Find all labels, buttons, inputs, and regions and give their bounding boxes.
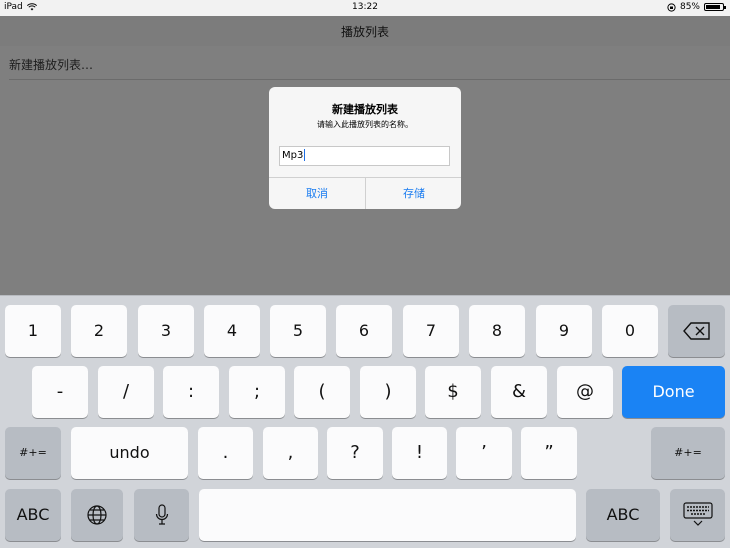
text-cursor	[304, 149, 306, 161]
key-slash[interactable]: /	[98, 366, 154, 418]
dictation-key[interactable]	[134, 489, 189, 541]
key-dollar[interactable]: $	[425, 366, 481, 418]
key-label: ’	[481, 442, 487, 463]
key-label: ;	[253, 381, 261, 402]
key-label: 6	[358, 321, 370, 340]
globe-icon	[87, 505, 107, 525]
status-right: 85%	[667, 2, 726, 12]
key-label: 4	[226, 321, 238, 340]
playlist-name-input[interactable]: Mp3	[279, 146, 450, 166]
key-semicolon[interactable]: ;	[229, 366, 285, 418]
key-label: @	[576, 381, 594, 402]
key-ampersand[interactable]: &	[491, 366, 547, 418]
key-label: ABC	[16, 505, 50, 524]
key-period[interactable]: .	[198, 427, 253, 479]
key-0[interactable]: 0	[602, 305, 658, 357]
space-key[interactable]	[199, 489, 576, 541]
key-6[interactable]: 6	[336, 305, 392, 357]
abc-key-left[interactable]: ABC	[5, 489, 61, 541]
key-4[interactable]: 4	[204, 305, 260, 357]
key-label: ABC	[606, 505, 640, 524]
backspace-icon	[682, 322, 710, 340]
key-label: -	[56, 381, 64, 402]
key-exclamation[interactable]: !	[392, 427, 447, 479]
hide-keyboard-key[interactable]	[670, 489, 725, 541]
status-bar: iPad 13:22 85%	[0, 0, 730, 16]
key-label: !	[415, 442, 424, 463]
cancel-button[interactable]: 取消	[269, 178, 365, 209]
key-label: 8	[491, 321, 503, 340]
key-label: .	[222, 442, 229, 463]
keyboard: 1 2 3 4 5 6 7 8 9 0 - / : ; ( ) $ & @ Do…	[0, 295, 730, 548]
key-apostrophe[interactable]: ’	[456, 427, 512, 479]
key-label: Done	[652, 382, 695, 401]
save-button[interactable]: 存储	[366, 178, 461, 209]
key-label: #+=	[674, 446, 702, 459]
key-label: 7	[425, 321, 437, 340]
globe-key[interactable]	[71, 489, 123, 541]
new-playlist-dialog: 新建播放列表 请输入此播放列表的名称。 Mp3 取消 存储	[269, 87, 461, 209]
key-label: (	[318, 381, 326, 402]
input-value: Mp3	[282, 150, 304, 161]
key-label: 9	[558, 321, 570, 340]
key-open-paren[interactable]: (	[294, 366, 350, 418]
key-hyphen[interactable]: -	[32, 366, 88, 418]
key-7[interactable]: 7	[403, 305, 459, 357]
status-time: 13:22	[352, 2, 378, 12]
key-label: 2	[93, 321, 105, 340]
new-playlist-row[interactable]: 新建播放列表…	[0, 46, 730, 80]
key-5[interactable]: 5	[270, 305, 326, 357]
key-label: #+=	[19, 446, 47, 459]
new-playlist-label: 新建播放列表…	[9, 58, 94, 72]
symbols-key-left[interactable]: #+=	[5, 427, 61, 479]
page-title: 播放列表	[340, 25, 389, 39]
key-2[interactable]: 2	[71, 305, 127, 357]
key-8[interactable]: 8	[469, 305, 525, 357]
key-label: ”	[544, 442, 554, 463]
key-1[interactable]: 1	[5, 305, 61, 357]
key-quote[interactable]: ”	[521, 427, 577, 479]
key-label: $	[447, 381, 459, 402]
undo-key[interactable]: undo	[71, 427, 188, 479]
battery-percent: 85%	[679, 2, 700, 12]
key-at[interactable]: @	[557, 366, 613, 418]
orientation-lock-icon	[667, 2, 676, 12]
key-label: undo	[109, 443, 150, 462]
backspace-key[interactable]	[668, 305, 725, 357]
battery-icon	[704, 3, 726, 11]
key-label: ?	[350, 442, 360, 463]
abc-key-right[interactable]: ABC	[586, 489, 660, 541]
key-label: 5	[292, 321, 304, 340]
key-comma[interactable]: ,	[263, 427, 318, 479]
row-separator	[9, 79, 730, 80]
key-label: &	[511, 381, 527, 402]
key-label: /	[122, 381, 130, 402]
dialog-message: 请输入此播放列表的名称。	[317, 120, 413, 129]
battery-fill	[706, 5, 720, 9]
done-key[interactable]: Done	[622, 366, 725, 418]
key-question[interactable]: ?	[327, 427, 383, 479]
keyboard-dismiss-icon	[682, 502, 713, 526]
key-3[interactable]: 3	[138, 305, 194, 357]
key-label: 0	[624, 321, 636, 340]
key-label: )	[384, 381, 392, 402]
key-colon[interactable]: :	[163, 366, 219, 418]
key-9[interactable]: 9	[536, 305, 592, 357]
key-label: ,	[287, 442, 294, 463]
symbols-key-right[interactable]: #+=	[651, 427, 725, 479]
key-label: :	[187, 381, 195, 402]
dialog-title: 新建播放列表	[332, 103, 398, 116]
key-label: 3	[160, 321, 172, 340]
key-label: 1	[27, 321, 39, 340]
navigation-bar: 播放列表	[0, 16, 730, 47]
microphone-icon	[155, 504, 168, 525]
key-close-paren[interactable]: )	[360, 366, 416, 418]
